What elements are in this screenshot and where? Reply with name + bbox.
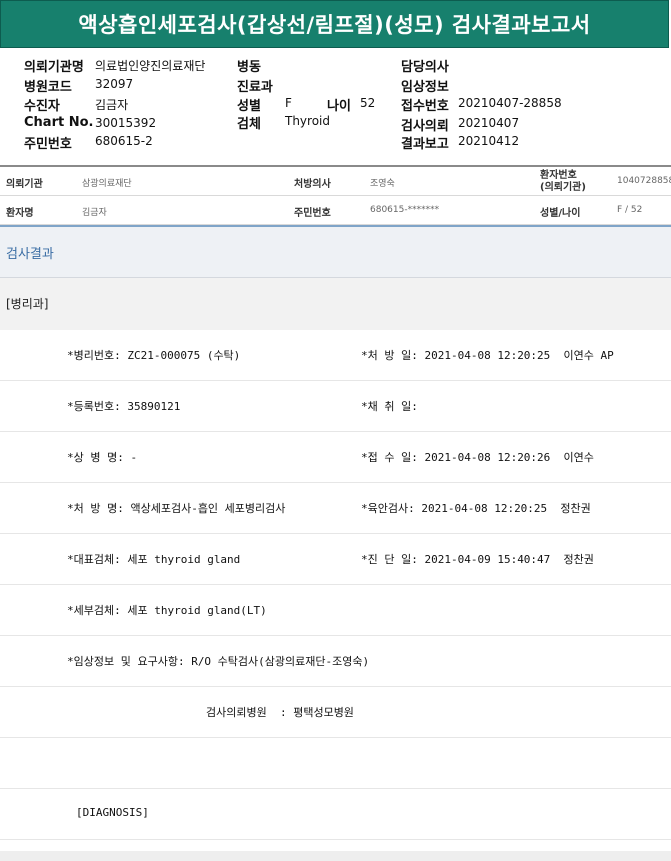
registration-number: *등록번호: 35890121 (67, 400, 181, 413)
section-title: 검사결과 (6, 247, 54, 262)
report-row: [DIAGNOSIS] (0, 789, 671, 840)
receipt-no-label: 접수번호 (401, 99, 449, 114)
report-row: *처 방 명: 액상세포검사-흡인 세포병리검사 *육안검사: 2021-04-… (0, 483, 671, 534)
department-label: 진료과 (237, 80, 273, 95)
patient-name-value: 김금자 (82, 208, 107, 218)
sex-age-label: 성별/나이 (540, 208, 581, 219)
clinical-info-label: 임상정보 (401, 80, 449, 95)
department-tag: [병리과] (6, 297, 49, 311)
report-row: *대표검체: 세포 thyroid gland *진 단 일: 2021-04-… (0, 534, 671, 585)
patient-name-label: 환자명 (6, 208, 34, 219)
report-title: 액상흡인세포검사(갑상선/림프절)(성모) 검사결과보고서 (78, 13, 591, 37)
resident-no-value: 680615-2 (95, 134, 153, 148)
chart-no-label: Chart No. (24, 115, 94, 130)
sex-age-value: F / 52 (617, 205, 643, 215)
patient-label: 수진자 (24, 99, 60, 114)
disease-name: *상 병 명: - (67, 451, 138, 464)
org-name-label: 의뢰기관명 (24, 60, 84, 75)
attending-doctor-label: 담당의사 (401, 60, 449, 75)
diagnosis-date: *진 단 일: 2021-04-09 15:40:47 정찬권 (361, 553, 594, 566)
requesting-org-value: 삼광의료재단 (82, 179, 132, 189)
request-info-block: 의뢰기관명 의료법인양진의료재단 병원코드 32097 수진자 김금자 Char… (0, 48, 671, 166)
prescribing-doctor-label: 처방의사 (294, 179, 331, 190)
patient-table: 의뢰기관 삼광의료재단 처방의사 조영숙 환자번호 (의뢰기관) 1040728… (0, 167, 671, 225)
report-row: *병리번호: ZC21-000075 (수탁) *처 방 일: 2021-04-… (0, 330, 671, 381)
patient-rrn-label: 주민번호 (294, 208, 331, 219)
prescription-date: *처 방 일: 2021-04-08 12:20:25 이연수 AP (361, 349, 614, 362)
detailed-specimen: *세부검체: 세포 thyroid gland(LT) (67, 604, 267, 617)
report-row (0, 738, 671, 789)
hospital-code-value: 32097 (95, 77, 134, 91)
representative-specimen: *대표검체: 세포 thyroid gland (67, 553, 241, 566)
patient-table-row: 환자명 김금자 주민번호 680615-******* 성별/나이 F / 52 (0, 196, 671, 225)
prescribing-doctor-value: 조영숙 (370, 179, 395, 189)
org-name-value: 의료법인양진의료재단 (95, 59, 206, 73)
age-label: 나이 (327, 99, 351, 114)
report-row: *상 병 명: - *접 수 일: 2021-04-08 12:20:26 이연… (0, 432, 671, 483)
result-date-value: 20210412 (458, 134, 520, 148)
hospital-code-label: 병원코드 (24, 80, 72, 95)
receipt-date: *접 수 일: 2021-04-08 12:20:26 이연수 (361, 451, 594, 464)
gross-exam-date: *육안검사: 2021-04-08 12:20:25 정찬권 (361, 502, 591, 515)
sex-value: F (285, 96, 292, 110)
requesting-hospital: 검사의뢰병원 : 평택성모병원 (206, 706, 354, 719)
request-date-value: 20210407 (458, 116, 520, 130)
patient-rrn-value: 680615-******* (370, 205, 440, 215)
pathology-number: *병리번호: ZC21-000075 (수탁) (67, 349, 241, 362)
report-row: 검사의뢰병원 : 평택성모병원 (0, 687, 671, 738)
patient-id-sublabel: (의뢰기관) (540, 182, 586, 193)
clinical-request: *임상정보 및 요구사항: R/O 수탁검사(삼광의료재단-조영숙) (67, 655, 370, 668)
resident-no-label: 주민번호 (24, 137, 72, 152)
report-title-bar: 액상흡인세포검사(갑상선/림프절)(성모) 검사결과보고서 (0, 0, 669, 48)
prescription-name: *처 방 명: 액상세포검사-흡인 세포병리검사 (67, 502, 286, 515)
patient-id-value: 1040728858 (617, 176, 671, 186)
department-row: [병리과] (0, 278, 671, 331)
chart-no-value: 30015392 (95, 116, 157, 130)
sex-label: 성별 (237, 99, 261, 114)
specimen-label: 검체 (237, 117, 261, 132)
report-row: *세부검체: 세포 thyroid gland(LT) (0, 585, 671, 636)
collection-date: *채 취 일: (361, 400, 418, 413)
requesting-org-label: 의뢰기관 (6, 179, 43, 190)
diagnosis-heading: [DIAGNOSIS] (76, 806, 149, 819)
patient-table-row: 의뢰기관 삼광의료재단 처방의사 조영숙 환자번호 (의뢰기관) 1040728… (0, 167, 671, 196)
ward-label: 병동 (237, 60, 261, 75)
section-header: 검사결과 (0, 227, 671, 278)
age-value: 52 (360, 96, 376, 110)
request-date-label: 검사의뢰 (401, 119, 449, 134)
specimen-value: Thyroid (285, 114, 330, 128)
result-date-label: 결과보고 (401, 137, 449, 152)
receipt-no-value: 20210407-28858 (458, 96, 562, 110)
report-row: *등록번호: 35890121 *채 취 일: (0, 381, 671, 432)
bottom-strip (0, 851, 671, 861)
patient-value: 김금자 (95, 98, 129, 112)
report-row: *임상정보 및 요구사항: R/O 수탁검사(삼광의료재단-조영숙) (0, 636, 671, 687)
